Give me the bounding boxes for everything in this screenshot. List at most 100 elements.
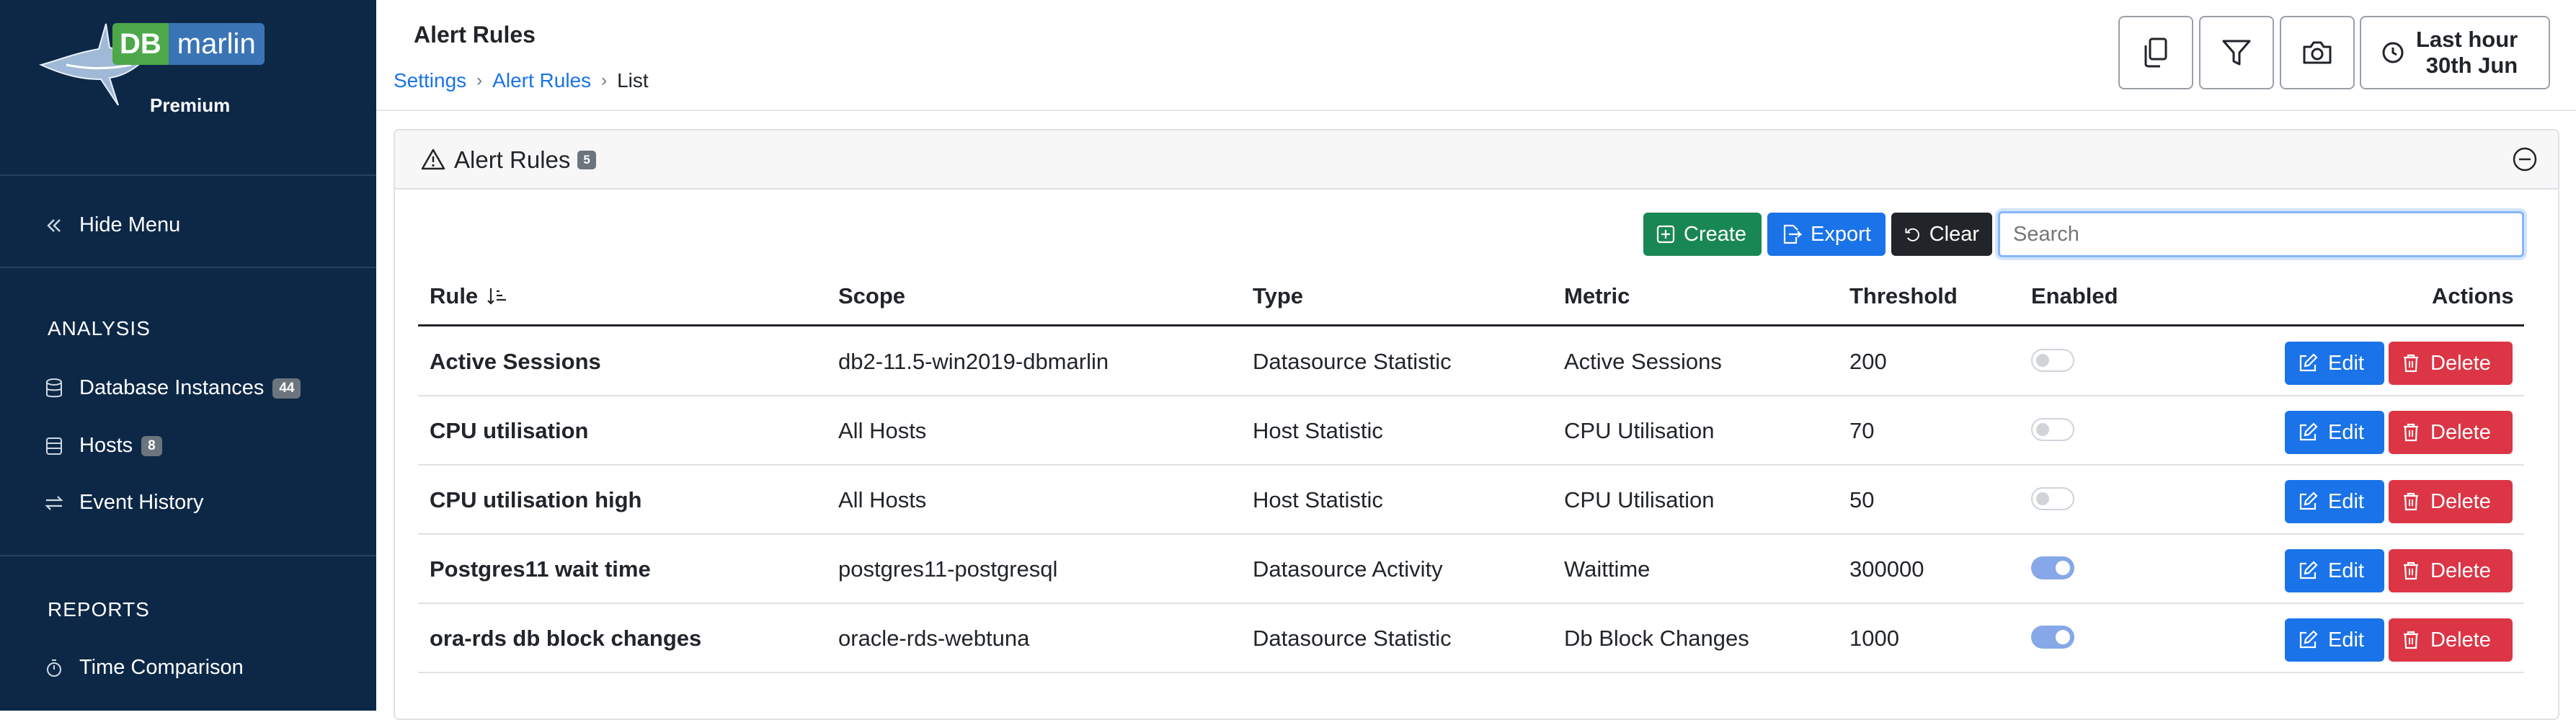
enabled-toggle[interactable]: [2031, 418, 2074, 441]
column-header-rule[interactable]: Rule: [430, 283, 508, 309]
scope-cell: All Hosts: [838, 418, 927, 443]
copy-icon: [2144, 37, 2167, 68]
edit-button[interactable]: Edit: [2285, 411, 2384, 454]
time-range-date: 30th Jun: [2425, 53, 2518, 78]
filter-button[interactable]: [2199, 16, 2274, 89]
chevrons-left-icon: [42, 216, 66, 235]
delete-label: Delete: [2430, 559, 2491, 582]
instance-count-badge: 44: [272, 378, 301, 399]
table-row: ora-rds db block changes oracle-rds-webt…: [418, 604, 2524, 673]
hide-menu-label: Hide Menu: [79, 213, 181, 236]
host-count-badge: 8: [141, 435, 162, 456]
threshold-cell: 70: [1849, 418, 1875, 443]
edit-label: Edit: [2328, 559, 2364, 582]
breadcrumb-current: List: [617, 69, 649, 92]
type-cell: Datasource Statistic: [1253, 349, 1452, 374]
column-header-enabled[interactable]: Enabled: [2031, 283, 2118, 309]
enabled-toggle[interactable]: [2031, 556, 2074, 579]
delete-button[interactable]: Delete: [2389, 342, 2513, 385]
type-cell: Host Statistic: [1253, 418, 1383, 443]
pencil-square-icon: [2299, 630, 2318, 649]
brand-name: marlin: [168, 23, 265, 65]
table-row: Active Sessions db2-11.5-win2019-dbmarli…: [418, 327, 2524, 396]
edit-button[interactable]: Edit: [2285, 342, 2384, 385]
sidebar-item-hosts[interactable]: Hosts 8: [42, 434, 162, 458]
warning-triangle-icon: [421, 148, 445, 170]
table-row: CPU utilisation All Hosts Host Statistic…: [418, 396, 2524, 466]
sidebar-item-database-instances[interactable]: Database Instances 44: [42, 376, 301, 400]
export-button[interactable]: Export: [1767, 213, 1886, 256]
trash-icon: [2404, 492, 2418, 511]
edit-label: Edit: [2328, 489, 2364, 513]
server-icon: [42, 436, 66, 456]
rule-name-cell: Postgres11 wait time: [430, 556, 651, 582]
threshold-cell: 50: [1849, 487, 1875, 512]
edit-label: Edit: [2328, 628, 2364, 652]
time-range-text: Last hour 30th Jun: [2416, 27, 2518, 79]
stopwatch-icon: [42, 658, 66, 678]
time-range-button[interactable]: Last hour 30th Jun: [2360, 16, 2550, 89]
snapshot-button[interactable]: [2280, 16, 2355, 89]
edit-button[interactable]: Edit: [2285, 480, 2384, 523]
card-title: Alert Rules 5: [454, 146, 596, 174]
clear-button[interactable]: Clear: [1891, 213, 1992, 256]
scope-cell: All Hosts: [838, 487, 927, 512]
enabled-toggle[interactable]: [2031, 626, 2074, 649]
brand-db: DB: [112, 23, 169, 65]
delete-label: Delete: [2430, 489, 2491, 513]
metric-cell: CPU Utilisation: [1564, 487, 1715, 512]
sort-ascending-icon: [487, 288, 507, 305]
breadcrumb-settings-link[interactable]: Settings: [394, 69, 466, 92]
delete-label: Delete: [2430, 351, 2491, 375]
breadcrumb-alert-rules-link[interactable]: Alert Rules: [492, 69, 591, 92]
plus-square-icon: [1656, 225, 1675, 244]
rule-name-cell: CPU utilisation high: [430, 487, 642, 512]
enabled-toggle[interactable]: [2031, 487, 2074, 510]
trash-icon: [2404, 354, 2418, 373]
type-cell: Datasource Activity: [1253, 556, 1443, 582]
metric-cell: CPU Utilisation: [1564, 418, 1715, 443]
enabled-toggle[interactable]: [2031, 349, 2074, 372]
trash-icon: [2404, 561, 2418, 580]
reports-heading: REPORTS: [48, 598, 150, 621]
time-range-period: Last hour: [2416, 27, 2518, 52]
sidebar-item-event-history[interactable]: Event History: [42, 491, 203, 515]
create-label: Create: [1684, 222, 1747, 246]
brand-wordmark: DB marlin: [112, 23, 265, 65]
scope-cell: oracle-rds-webtuna: [838, 626, 1030, 651]
clear-label: Clear: [1929, 222, 1979, 246]
delete-button[interactable]: Delete: [2389, 480, 2513, 523]
trash-icon: [2404, 423, 2418, 442]
column-header-threshold[interactable]: Threshold: [1849, 283, 1958, 309]
copy-button[interactable]: [2118, 16, 2193, 89]
chevron-right-icon: ›: [601, 71, 608, 90]
sidebar: DB marlin Premium Hide Menu ANALYSIS Dat…: [0, 0, 376, 711]
clock-icon: [2382, 42, 2404, 63]
create-button[interactable]: Create: [1643, 213, 1762, 256]
analysis-heading: ANALYSIS: [48, 317, 151, 339]
rule-name-cell: Active Sessions: [430, 349, 601, 374]
metric-cell: Active Sessions: [1564, 349, 1722, 374]
column-header-type[interactable]: Type: [1253, 283, 1303, 309]
sidebar-item-label: Event History: [79, 491, 204, 514]
page-title: Alert Rules: [414, 22, 536, 48]
rule-count-badge: 5: [577, 151, 596, 169]
delete-label: Delete: [2430, 420, 2491, 444]
edit-button[interactable]: Edit: [2285, 549, 2384, 592]
sidebar-item-time-comparison[interactable]: Time Comparison: [42, 656, 244, 680]
undo-icon: [1905, 228, 1919, 241]
delete-button[interactable]: Delete: [2389, 549, 2513, 592]
edit-button[interactable]: Edit: [2285, 618, 2384, 662]
collapse-minus-circle-icon[interactable]: [2512, 146, 2538, 172]
scope-cell: db2-11.5-win2019-dbmarlin: [838, 349, 1109, 374]
search-input[interactable]: [1998, 211, 2524, 257]
sidebar-item-label: Hosts: [79, 434, 133, 457]
scope-cell: postgres11-postgresql: [838, 556, 1058, 582]
delete-button[interactable]: Delete: [2389, 618, 2513, 662]
column-header-metric[interactable]: Metric: [1564, 283, 1630, 309]
filter-icon: [2222, 40, 2251, 66]
column-header-scope[interactable]: Scope: [838, 283, 905, 309]
delete-button[interactable]: Delete: [2389, 411, 2513, 454]
hide-menu-button[interactable]: Hide Menu: [42, 213, 180, 237]
rule-name-cell: CPU utilisation: [430, 418, 589, 443]
